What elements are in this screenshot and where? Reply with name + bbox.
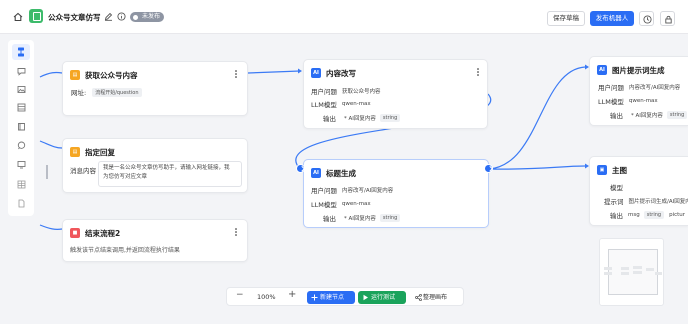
node-title: 图片提示词生成 (612, 65, 665, 75)
model-value[interactable]: qwen-max (342, 201, 371, 207)
node-header: ▤ 获取公众号内容 (70, 69, 138, 81)
new-node-button[interactable]: 新建节点 (307, 291, 355, 304)
edge-start-end (39, 224, 63, 230)
message-label: 消息内容 (70, 167, 96, 175)
node-header: ■ 结束流程2 (70, 227, 120, 239)
output-value: msg (628, 212, 640, 218)
node-description: 触发该节点结束调用,并返回流程执行结果 (70, 247, 180, 254)
minimap-node (646, 268, 654, 271)
play-icon (363, 294, 368, 301)
question-value[interactable]: 内容改写/AI回复内容 (342, 186, 393, 194)
stop-icon: ■ (70, 228, 80, 238)
prompt-value[interactable]: 图片提示词生成/AI回复内容 (629, 197, 688, 205)
message-line-2: 为您仿写对应文章 (103, 174, 148, 180)
node-title: 内容改写 (326, 68, 356, 78)
minimap-node (621, 267, 629, 270)
url-label: 网址: (71, 89, 87, 97)
minimap-node (604, 272, 612, 275)
zoom-out-button[interactable]: − (236, 290, 244, 300)
node-main-image[interactable]: ▣ 主图 模型 提示词 图片提示词生成/AI回复内容 输出 msg string… (589, 156, 688, 226)
model-value[interactable]: qwen-max (342, 101, 371, 107)
output-type-chip: string (379, 214, 401, 222)
node-input-handle[interactable] (296, 164, 305, 173)
ai-icon: AI (311, 168, 321, 178)
node-menu-icon[interactable] (234, 70, 237, 78)
node-fetch-article[interactable]: ▤ 获取公众号内容 网址: 流程开始/question (62, 61, 248, 116)
zoom-level: 100% (257, 293, 276, 301)
reply-icon: ▤ (70, 147, 80, 157)
node-title: 标题生成 (326, 168, 356, 178)
run-test-button[interactable]: 运行测试 (358, 291, 406, 304)
message-line-1: 我是一名公众号文章仿写助手，请输入网址链接，我 (103, 165, 230, 171)
node-output-handle[interactable] (484, 164, 493, 173)
node-header: ▣ 主图 (597, 164, 627, 176)
question-label: 用户问题 (311, 187, 337, 195)
edge-start-reply (39, 140, 63, 149)
question-label: 用户问题 (598, 84, 624, 92)
model-label: LLM模型 (311, 101, 337, 109)
question-label: 用户问题 (311, 88, 337, 96)
output-type-chip: string (643, 211, 665, 219)
node-header: AI 内容改写 (311, 67, 356, 79)
minimap-node (633, 266, 642, 269)
model-label: 模型 (610, 184, 623, 192)
edge-title-imgprompt (488, 66, 586, 170)
output-label: 输出 (610, 112, 623, 120)
share-nodes-icon (415, 294, 422, 301)
node-menu-icon[interactable] (476, 68, 479, 76)
question-value[interactable]: 内容改写/AI回复内容 (629, 83, 680, 91)
canvas-toolbar: − 100% + 新建节点 运行测试 整理画布 (226, 287, 464, 306)
tidy-canvas-button[interactable]: 整理画布 (411, 291, 463, 304)
model-value[interactable]: qwen-max (629, 98, 658, 104)
edge-fetch-rewrite (247, 70, 301, 74)
node-title: 获取公众号内容 (85, 70, 138, 80)
run-test-label: 运行测试 (371, 294, 396, 301)
minimap-node (604, 267, 612, 270)
output-label: 输出 (323, 215, 336, 223)
output-label: 输出 (610, 212, 623, 220)
node-title: 结束流程2 (85, 228, 121, 238)
node-menu-icon[interactable] (234, 228, 237, 236)
minimap[interactable] (599, 238, 664, 306)
node-header: AI 图片提示词生成 (597, 64, 665, 76)
node-header: AI 标题生成 (311, 167, 356, 179)
output-type-chip: string (379, 114, 401, 122)
output-value: * AI回复内容 (344, 216, 376, 222)
minimap-node (655, 272, 662, 275)
node-image-prompt[interactable]: AI 图片提示词生成 用户问题 内容改写/AI回复内容 LLM模型 qwen-m… (589, 56, 688, 126)
tidy-canvas-label: 整理画布 (423, 294, 448, 301)
model-label: LLM模型 (598, 98, 624, 106)
node-title-generation[interactable]: AI 标题生成 用户问题 内容改写/AI回复内容 LLM模型 qwen-max … (303, 159, 489, 228)
message-content-box[interactable]: 我是一名公众号文章仿写助手，请输入网址链接，我 为您仿写对应文章 (98, 161, 242, 187)
output-value: * AI回复内容 (344, 116, 376, 122)
node-title: 主图 (612, 165, 627, 175)
node-title: 指定回复 (85, 147, 115, 157)
model-label: LLM模型 (311, 201, 337, 209)
plus-icon (311, 294, 318, 301)
prompt-label: 提示词 (604, 198, 624, 206)
ai-icon: AI (311, 68, 321, 78)
question-value[interactable]: 获取公众号内容 (342, 87, 381, 95)
zoom-in-button[interactable]: + (288, 289, 296, 300)
tool-icon: ▤ (70, 70, 80, 80)
edge-title-mainimg (488, 165, 586, 170)
minimap-node (621, 272, 629, 275)
node-fixed-reply[interactable]: ▤ 指定回复 消息内容 我是一名公众号文章仿写助手，请输入网址链接，我 为您仿写… (62, 138, 248, 193)
node-end-flow[interactable]: ■ 结束流程2 触发该节点结束调用,并返回流程执行结果 (62, 219, 248, 262)
node-header: ▤ 指定回复 (70, 146, 115, 158)
edge-start-fetch (39, 71, 63, 78)
arrow-rewrite (298, 68, 302, 74)
node-content-rewrite[interactable]: AI 内容改写 用户问题 获取公众号内容 LLM模型 qwen-max 输出 *… (303, 59, 488, 129)
output-type-chip: string (666, 111, 688, 119)
new-node-label: 新建节点 (320, 294, 345, 301)
output-value-2: pictur (669, 212, 686, 218)
output-value: * AI回复内容 (631, 113, 663, 119)
output-label: 输出 (323, 115, 336, 123)
ai-icon: AI (597, 65, 607, 75)
image-gen-icon: ▣ (597, 165, 607, 175)
url-value[interactable]: 流程开始/question (92, 87, 142, 97)
minimap-node (633, 271, 642, 274)
